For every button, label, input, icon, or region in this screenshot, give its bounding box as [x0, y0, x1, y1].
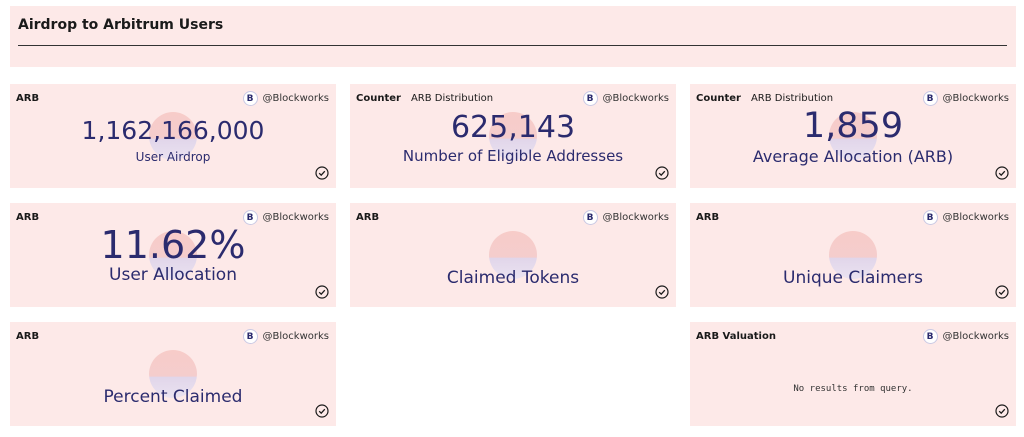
- attribution-handle: @Blockworks: [942, 93, 1009, 104]
- counter-label: Average Allocation (ARB): [752, 147, 954, 166]
- query-name[interactable]: ARB: [16, 331, 39, 342]
- counter-label: User Allocation: [109, 265, 237, 285]
- attribution[interactable]: B @Blockworks: [922, 91, 1009, 106]
- blockworks-logo-icon: B: [922, 210, 938, 225]
- blockworks-logo-icon: B: [242, 329, 258, 344]
- query-name[interactable]: ARB Valuation: [696, 331, 776, 342]
- counter-value: 1,162,166,000: [81, 116, 265, 145]
- visualization-name[interactable]: ARB Distribution: [751, 93, 833, 104]
- attribution-handle: @Blockworks: [942, 212, 1009, 223]
- counter-label: Unique Claimers: [783, 268, 923, 288]
- attribution-handle: @Blockworks: [602, 93, 669, 104]
- check-icon: [655, 285, 669, 299]
- card-user-airdrop[interactable]: ARB B @Blockworks 1,162,166,000 User Air…: [10, 84, 336, 188]
- check-icon: [995, 166, 1009, 180]
- card-arb-valuation[interactable]: ARB Valuation B @Blockworks No results f…: [690, 322, 1016, 426]
- card-tags: ARB: [16, 212, 39, 223]
- check-icon: [315, 166, 329, 180]
- query-name[interactable]: Counter: [356, 93, 401, 104]
- attribution[interactable]: B @Blockworks: [922, 329, 1009, 344]
- attribution[interactable]: B @Blockworks: [582, 210, 669, 225]
- dashboard-header: Airdrop to Arbitrum Users: [10, 6, 1016, 67]
- counter-label: Percent Claimed: [103, 387, 243, 407]
- query-name[interactable]: Counter: [696, 93, 741, 104]
- query-name[interactable]: ARB: [356, 212, 379, 223]
- attribution-handle: @Blockworks: [942, 331, 1009, 342]
- counter-value: 11.62%: [100, 223, 246, 267]
- counter-label: User Airdrop: [135, 150, 211, 164]
- card-tags: ARB: [16, 331, 39, 342]
- header-divider: [18, 45, 1007, 46]
- counter-label: Claimed Tokens: [446, 268, 580, 288]
- attribution[interactable]: B @Blockworks: [582, 91, 669, 106]
- query-name[interactable]: ARB: [16, 93, 39, 104]
- counter-label: Number of Eligible Addresses: [402, 147, 624, 165]
- check-icon: [995, 285, 1009, 299]
- card-tags: Counter ARB Distribution: [696, 93, 833, 104]
- check-icon: [315, 404, 329, 418]
- visualization-name[interactable]: ARB Distribution: [411, 93, 493, 104]
- card-unique-claimers[interactable]: ARB B @Blockworks Unique Claimers: [690, 203, 1016, 307]
- attribution-handle: @Blockworks: [262, 331, 329, 342]
- query-name[interactable]: ARB: [16, 212, 39, 223]
- check-icon: [655, 166, 669, 180]
- no-results-message: No results from query.: [793, 384, 913, 394]
- attribution-handle: @Blockworks: [262, 93, 329, 104]
- blockworks-logo-icon: B: [582, 210, 598, 225]
- attribution-handle: @Blockworks: [262, 212, 329, 223]
- card-tags: Counter ARB Distribution: [356, 93, 493, 104]
- card-user-allocation[interactable]: ARB B @Blockworks 11.62% User Allocation: [10, 203, 336, 307]
- card-percent-claimed[interactable]: ARB B @Blockworks Percent Claimed: [10, 322, 336, 426]
- dashboard-title: Airdrop to Arbitrum Users: [18, 17, 224, 33]
- blockworks-logo-icon: B: [922, 329, 938, 344]
- card-tags: ARB: [356, 212, 379, 223]
- attribution-handle: @Blockworks: [602, 212, 669, 223]
- attribution[interactable]: B @Blockworks: [242, 329, 329, 344]
- card-eligible-addresses[interactable]: Counter ARB Distribution B @Blockworks 6…: [350, 84, 676, 188]
- counter-value: 1,859: [802, 106, 904, 146]
- blockworks-logo-icon: B: [582, 91, 598, 106]
- check-icon: [315, 285, 329, 299]
- counter-value: 625,143: [450, 110, 576, 145]
- card-average-allocation[interactable]: Counter ARB Distribution B @Blockworks 1…: [690, 84, 1016, 188]
- check-icon: [995, 404, 1009, 418]
- attribution[interactable]: B @Blockworks: [242, 91, 329, 106]
- blockworks-logo-icon: B: [922, 91, 938, 106]
- query-name[interactable]: ARB: [696, 212, 719, 223]
- card-tags: ARB: [16, 93, 39, 104]
- blockworks-logo-icon: B: [242, 91, 258, 106]
- card-tags: ARB Valuation: [696, 331, 776, 342]
- attribution[interactable]: B @Blockworks: [922, 210, 1009, 225]
- card-claimed-tokens[interactable]: ARB B @Blockworks Claimed Tokens: [350, 203, 676, 307]
- card-tags: ARB: [696, 212, 719, 223]
